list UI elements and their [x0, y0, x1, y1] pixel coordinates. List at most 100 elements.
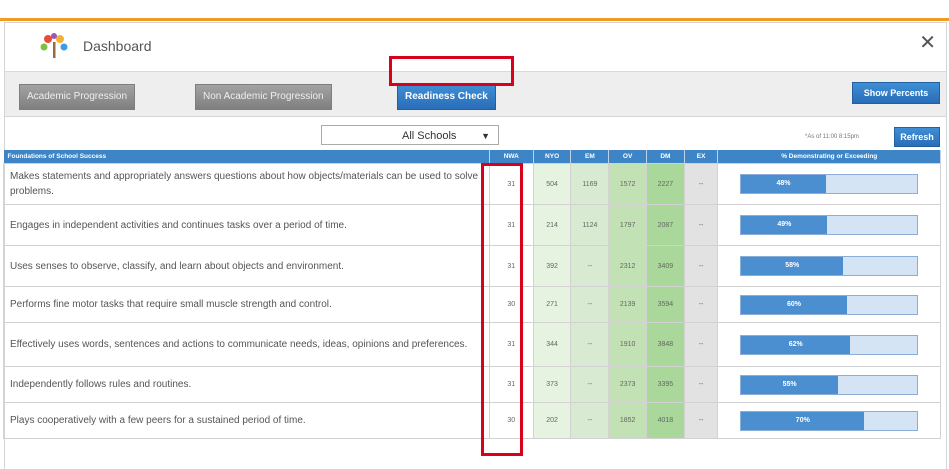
cell-ex: -- [683, 245, 719, 287]
row-description: Performs fine motor tasks that require s… [3, 286, 490, 323]
cell-em: 1124 [570, 204, 610, 246]
cell-ov: 1852 [608, 402, 648, 439]
cell-nyo: 392 [532, 245, 572, 287]
progress-bar: 55% [740, 374, 919, 395]
progress-bar-label: 55% [782, 380, 797, 388]
school-select-value: All Schools [402, 130, 457, 142]
cell-dm: 2227 [646, 163, 685, 205]
cell-em: -- [570, 322, 610, 367]
progress-bar: 62% [740, 334, 919, 355]
row-description: Independently follows rules and routines… [3, 366, 490, 403]
progress-bar: 58% [740, 256, 919, 276]
cell-dm: 4018 [646, 402, 685, 439]
progress-bar-label: 70% [795, 416, 810, 424]
cell-dm: 2087 [646, 204, 685, 246]
cell-nwa: 31 [488, 204, 534, 246]
cell-ex: -- [683, 402, 719, 439]
progress-bar-label: 62% [788, 340, 803, 348]
progress-bar-label: 49% [777, 221, 792, 228]
progress-bar: 48% [740, 174, 919, 194]
as-of-timestamp: *As of 11:00 8:15pm [805, 134, 859, 140]
progress-bar: 60% [740, 294, 919, 315]
row-description: Makes statements and appropriately answe… [3, 163, 490, 205]
cell-em: -- [570, 366, 610, 403]
show-percents-button[interactable]: Show Percents [852, 82, 940, 104]
progress-bar: 70% [740, 410, 919, 431]
header-nwa[interactable]: NWA [489, 150, 534, 164]
header-foundations[interactable]: Foundations of School Success [3, 150, 490, 164]
cell-nwa: 31 [488, 322, 534, 367]
cell-nwa: 31 [488, 366, 534, 403]
cell-pct-bar: 70% [717, 402, 941, 439]
cell-nyo: 344 [532, 322, 572, 367]
cell-em: -- [570, 245, 610, 287]
cell-nyo: 271 [532, 286, 572, 323]
table-body: Makes statements and appropriately answe… [3, 163, 941, 439]
table-row: Effectively uses words, sentences and ac… [3, 322, 941, 367]
table-row: Engages in independent activities and co… [3, 204, 941, 246]
tab-readiness-check[interactable]: Readiness Check [397, 84, 496, 110]
cell-pct-bar: 60% [717, 286, 941, 323]
row-description: Engages in independent activities and co… [3, 204, 490, 246]
cell-pct-bar: 62% [717, 322, 941, 367]
cell-ex: -- [683, 204, 719, 246]
cell-nyo: 202 [532, 402, 572, 439]
progress-bar-label: 48% [776, 180, 791, 187]
progress-bar-label: 58% [785, 262, 800, 269]
cell-nwa: 31 [488, 163, 534, 205]
table-row: Performs fine motor tasks that require s… [3, 286, 941, 323]
close-icon[interactable]: ✕ [919, 33, 936, 53]
table-row: Uses senses to observe, classify, and le… [3, 245, 941, 287]
cell-ov: 2373 [608, 366, 648, 403]
cell-ov: 2139 [608, 286, 648, 323]
header-ov[interactable]: OV [608, 150, 648, 164]
header-em[interactable]: EM [570, 150, 610, 164]
row-description: Effectively uses words, sentences and ac… [3, 322, 490, 367]
cell-em: 1169 [570, 163, 610, 205]
cell-nyo: 214 [532, 204, 572, 246]
cell-ex: -- [683, 286, 719, 323]
cell-pct-bar: 55% [717, 366, 941, 403]
cell-pct-bar: 58% [717, 245, 941, 287]
readiness-table: Foundations of School Success NWA NYO EM… [3, 150, 941, 439]
row-description: Uses senses to observe, classify, and le… [3, 245, 490, 287]
cell-em: -- [570, 402, 610, 439]
top-accent-bar [0, 0, 949, 21]
header-dm[interactable]: DM [646, 150, 685, 164]
cell-nwa: 31 [488, 245, 534, 287]
cell-nwa: 30 [488, 286, 534, 323]
cell-ex: -- [683, 366, 719, 403]
progress-bar: 49% [740, 215, 919, 235]
table-row: Plays cooperatively with a few peers for… [3, 402, 941, 439]
cell-ov: 1910 [608, 322, 648, 367]
dropdown-arrow-icon: ▼ [481, 131, 490, 141]
window-title: Dashboard [83, 38, 152, 54]
table-row: Independently follows rules and routines… [3, 366, 941, 403]
cell-ov: 1572 [608, 163, 648, 205]
cell-ov: 2312 [608, 245, 648, 287]
cell-ex: -- [683, 322, 719, 367]
refresh-button[interactable]: Refresh [894, 127, 940, 147]
progress-bar-label: 60% [787, 300, 802, 308]
cell-ex: -- [683, 163, 719, 205]
tab-non-academic-progression[interactable]: Non Academic Progression [195, 84, 332, 110]
cell-nyo: 373 [532, 366, 572, 403]
cell-nwa: 30 [488, 402, 534, 439]
cell-em: -- [570, 286, 610, 323]
cell-dm: 3848 [646, 322, 685, 367]
cell-pct-bar: 48% [717, 163, 941, 205]
cell-dm: 3594 [646, 286, 685, 323]
cell-ov: 1797 [608, 204, 648, 246]
cell-nyo: 504 [532, 163, 572, 205]
header-pct-demonstrating[interactable]: % Demonstrating or Exceeding [717, 150, 941, 164]
logo-icon [40, 33, 68, 58]
header-ex[interactable]: EX [684, 150, 719, 164]
cell-pct-bar: 49% [717, 204, 941, 246]
table-row: Makes statements and appropriately answe… [3, 163, 941, 205]
readiness-tab-highlight [389, 56, 514, 86]
school-select[interactable]: All Schools ▼ [321, 125, 499, 145]
cell-dm: 3395 [646, 366, 685, 403]
tab-academic-progression[interactable]: Academic Progression [19, 84, 136, 110]
table-header-row: Foundations of School Success NWA NYO EM… [3, 150, 941, 164]
header-nyo[interactable]: NYO [533, 150, 572, 164]
